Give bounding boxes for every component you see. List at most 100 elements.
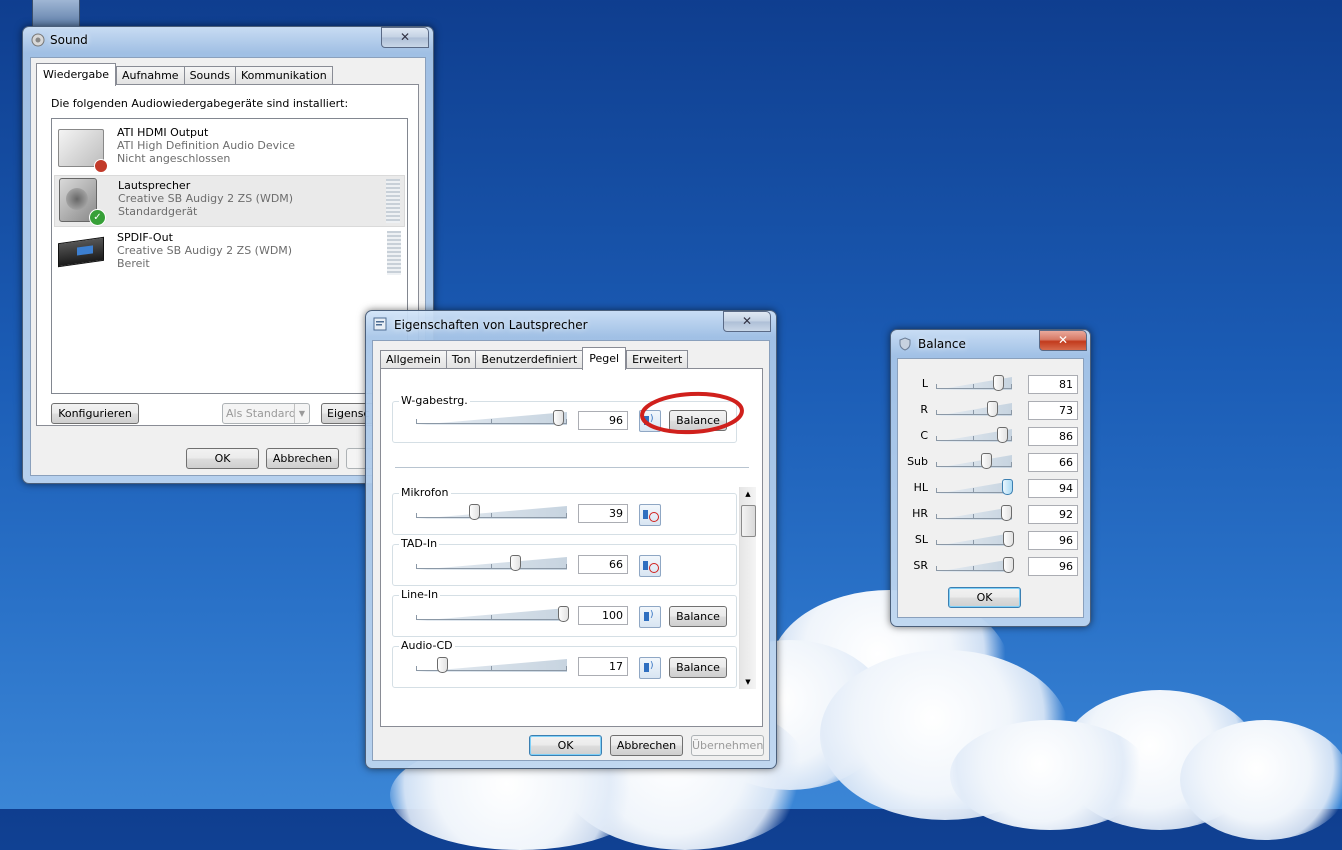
scroll-down-arrow[interactable]: ▼ (740, 675, 756, 689)
balance-row: SR 96 (898, 555, 1083, 577)
ok-button[interactable]: OK (529, 735, 602, 756)
tab-sounds[interactable]: Sounds (183, 66, 236, 85)
balance-button[interactable]: Balance (669, 606, 727, 627)
ok-button[interactable]: OK (948, 587, 1021, 608)
slider-thumb[interactable] (997, 427, 1008, 443)
apply-button[interactable]: Übernehmen (691, 735, 764, 756)
configure-button[interactable]: Konfigurieren (51, 403, 139, 424)
master-volume-slider[interactable] (416, 410, 567, 426)
pegel-panel: W-gabestrg. 96 ) Balance Mikrofon 39 TAD… (380, 368, 763, 727)
channel-label: Mikrofon (399, 486, 451, 499)
tab-allgemein[interactable]: Allgemein (380, 350, 447, 369)
channel-value[interactable]: 39 (578, 504, 628, 523)
slider-thumb[interactable] (553, 410, 564, 426)
device-item[interactable]: ATI HDMI Output ATI High Definition Audi… (54, 123, 405, 173)
close-button[interactable]: ✕ (723, 311, 771, 332)
channel-label: R (920, 403, 928, 416)
scroll-up-arrow[interactable]: ▲ (740, 487, 756, 501)
level-meter (387, 231, 401, 275)
tab-ton[interactable]: Ton (445, 350, 477, 369)
slider-thumb[interactable] (1001, 505, 1012, 521)
tab-benutzerdefiniert[interactable]: Benutzerdefiniert (475, 350, 584, 369)
balance-slider[interactable] (936, 531, 1014, 547)
device-driver: ATI High Definition Audio Device (117, 139, 296, 152)
close-button[interactable]: ✕ (1039, 330, 1087, 351)
channel-value[interactable]: 94 (1028, 479, 1078, 498)
tab-pegel[interactable]: Pegel (582, 347, 627, 370)
scrollbar[interactable]: ▲ ▼ (739, 487, 756, 689)
slider-thumb[interactable] (987, 401, 998, 417)
speaker-icon: ✓ (59, 178, 106, 226)
cancel-button[interactable]: Abbrechen (266, 448, 339, 469)
tab-wiedergabe[interactable]: Wiedergabe (36, 63, 117, 86)
balance-client: L 81 R 73 C 86 Sub 66 HL 94 HR 92 SL 96 … (897, 358, 1084, 618)
channel-slider[interactable] (416, 504, 567, 520)
sound-tabpanel: Die folgenden Audiowiedergabegeräte sind… (36, 84, 419, 426)
set-default-button[interactable]: Als Standard ▼ (222, 403, 310, 424)
channel-label: Sub (907, 455, 928, 468)
speaker-icon[interactable]: ) (639, 606, 661, 628)
channel-value[interactable]: 96 (1028, 531, 1078, 550)
balance-row: HL 94 (898, 477, 1083, 499)
muted-speaker-icon[interactable] (639, 504, 661, 526)
chevron-down-icon: ▼ (294, 404, 309, 423)
scroll-thumb[interactable] (741, 505, 756, 537)
master-volume-label: W-gabestrg. (399, 394, 470, 407)
channel-slider[interactable] (416, 555, 567, 571)
devices-heading: Die folgenden Audiowiedergabegeräte sind… (51, 97, 349, 110)
cancel-button[interactable]: Abbrechen (610, 735, 683, 756)
balance-slider[interactable] (936, 375, 1012, 391)
balance-slider[interactable] (936, 557, 1014, 573)
channel-slider[interactable] (416, 606, 569, 622)
ok-button[interactable]: OK (186, 448, 259, 469)
slider-thumb[interactable] (558, 606, 569, 622)
slider-thumb[interactable] (437, 657, 448, 673)
balance-button[interactable]: Balance (669, 657, 727, 678)
channel-label: SR (913, 559, 928, 572)
channel-group: Line-In 100 ) Balance (392, 588, 737, 637)
monitor-icon (58, 129, 108, 173)
device-list[interactable]: ATI HDMI Output ATI High Definition Audi… (51, 118, 408, 394)
balance-slider[interactable] (936, 479, 1013, 495)
tab-erweitert[interactable]: Erweitert (626, 350, 689, 369)
slider-thumb[interactable] (993, 375, 1004, 391)
device-item[interactable]: SPDIF-Out Creative SB Audigy 2 ZS (WDM) … (54, 228, 405, 278)
channel-value[interactable]: 17 (578, 657, 628, 676)
channel-value[interactable]: 96 (1028, 557, 1078, 576)
slider-thumb[interactable] (1003, 531, 1014, 547)
channel-slider[interactable] (416, 657, 567, 673)
balance-slider[interactable] (936, 505, 1012, 521)
channel-label: L (921, 377, 928, 390)
channel-group: TAD-In 66 (392, 537, 737, 586)
muted-speaker-icon[interactable] (639, 555, 661, 577)
highlight-circle (640, 391, 744, 435)
channel-value[interactable]: 81 (1028, 375, 1078, 394)
slider-thumb[interactable] (1002, 479, 1013, 495)
window-title: Eigenschaften von Lautsprecher (394, 318, 588, 332)
channel-value[interactable]: 92 (1028, 505, 1078, 524)
channel-value[interactable]: 100 (578, 606, 628, 625)
tab-aufnahme[interactable]: Aufnahme (116, 66, 185, 85)
close-button[interactable]: ✕ (381, 27, 429, 48)
balance-row: Sub 66 (898, 451, 1083, 473)
channel-value[interactable]: 66 (578, 555, 628, 574)
slider-thumb[interactable] (1003, 557, 1014, 573)
tab-kommunikation[interactable]: Kommunikation (234, 66, 333, 85)
channel-value[interactable]: 73 (1028, 401, 1078, 420)
channel-value[interactable]: 66 (1028, 453, 1078, 472)
slider-thumb[interactable] (469, 504, 480, 520)
properties-tabs: Allgemein Ton Benutzerdefiniert Pegel Er… (380, 347, 689, 370)
properties-window: Eigenschaften von Lautsprecher ✕ Allgeme… (365, 310, 777, 769)
device-item[interactable]: ✓ Lautsprecher Creative SB Audigy 2 ZS (… (54, 175, 405, 227)
balance-slider[interactable] (936, 453, 1012, 469)
slider-thumb[interactable] (981, 453, 992, 469)
speaker-icon[interactable]: ) (639, 657, 661, 679)
desktop-icon[interactable] (32, 0, 80, 29)
master-volume-value[interactable]: 96 (578, 411, 628, 430)
slider-thumb[interactable] (510, 555, 521, 571)
balance-slider[interactable] (936, 427, 1012, 443)
device-name: SPDIF-Out (117, 231, 173, 244)
balance-slider[interactable] (936, 401, 1012, 417)
channel-value[interactable]: 86 (1028, 427, 1078, 446)
shield-icon (899, 337, 911, 351)
